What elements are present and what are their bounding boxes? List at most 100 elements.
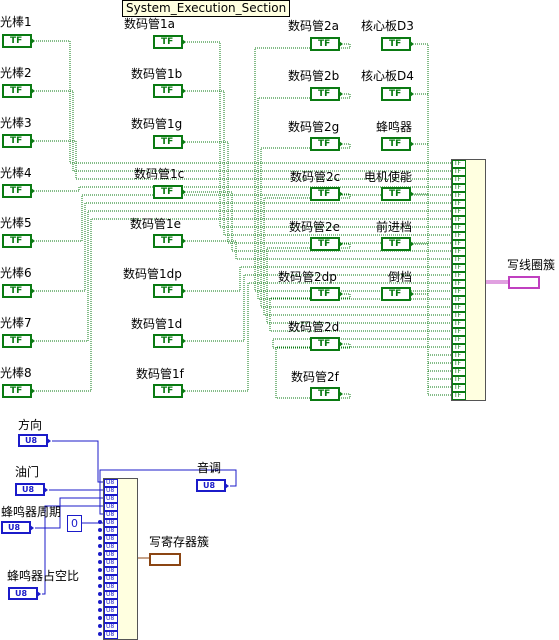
u8-control-tone[interactable]: U8 <box>196 479 229 492</box>
bundle-input-terminal: TF <box>452 280 466 288</box>
bool-control-shumaguan-2f[interactable]: TF <box>310 387 343 401</box>
bool-control-guangbang-4[interactable]: TF <box>2 184 35 198</box>
bundle-input-terminal: TF <box>452 192 466 200</box>
label-guangbang-4: 光棒4 <box>0 166 32 180</box>
bool-control-reverse-gear[interactable]: TF <box>381 287 414 301</box>
label-shumaguan-1d: 数码管1d <box>131 317 183 331</box>
bundle-input-terminal: U8 <box>104 487 118 495</box>
bool-control-shumaguan-1dp[interactable]: TF <box>153 284 186 298</box>
bool-control-guangbang-6[interactable]: TF <box>2 284 35 298</box>
label-motor-enable: 电机使能 <box>364 170 413 184</box>
bool-control-buzzer[interactable]: TF <box>381 137 414 151</box>
bundle-input-terminal: U8 <box>104 535 118 543</box>
label-coil-cluster: 写线圈簇 <box>507 258 556 272</box>
bundle-input-terminal: U8 <box>104 575 118 583</box>
bool-control-guangbang-1[interactable]: TF <box>2 34 35 48</box>
bundle-input-terminal: TF <box>452 224 466 232</box>
bool-control-motor-enable[interactable]: TF <box>381 187 414 201</box>
bundle-input-terminal: TF <box>452 232 466 240</box>
bundle-input-terminal: TF <box>452 344 466 352</box>
label-shumaguan-1g: 数码管1g <box>131 117 183 131</box>
wire-junction <box>98 568 102 572</box>
bool-control-core-d4[interactable]: TF <box>381 87 414 101</box>
bool-control-shumaguan-1b[interactable]: TF <box>153 84 186 98</box>
bool-control-shumaguan-1f[interactable]: TF <box>153 384 186 398</box>
u8-control-throttle[interactable]: U8 <box>15 483 48 496</box>
bundle-input-terminal: TF <box>452 272 466 280</box>
bundle-cluster-node-2[interactable]: U8 U8 U8 U8 U8 U8 U8 U8 U8 U8 U8 U8 U8 U8 U8 U8 U8 U8 U8 U8 <box>103 478 138 640</box>
bool-control-shumaguan-2e[interactable]: TF <box>310 237 343 251</box>
bool-control-core-d3[interactable]: TF <box>381 37 414 51</box>
structure-label: System_Execution_Section <box>122 0 291 17</box>
bundle-input-terminal: U8 <box>104 583 118 591</box>
bool-control-guangbang-8[interactable]: TF <box>2 384 35 398</box>
bundle-input-terminal: U8 <box>104 543 118 551</box>
wire <box>415 43 451 356</box>
label-guangbang-6: 光棒6 <box>0 266 32 280</box>
bool-control-guangbang-7[interactable]: TF <box>2 334 35 348</box>
label-guangbang-1: 光棒1 <box>0 15 32 29</box>
bundle-input-terminal: U8 <box>104 623 118 631</box>
bundle-input-terminal: TF <box>452 264 466 272</box>
wire-junction <box>98 536 102 540</box>
bool-control-shumaguan-2b[interactable]: TF <box>310 87 343 101</box>
wire-junction <box>98 616 102 620</box>
bundle-input-terminal: TF <box>452 296 466 304</box>
bundle-input-terminal: TF <box>452 208 466 216</box>
bool-control-forward-gear[interactable]: TF <box>381 237 414 251</box>
wire <box>257 93 451 300</box>
bundle-input-terminal: TF <box>452 216 466 224</box>
wire-junction <box>98 560 102 564</box>
u8-control-direction[interactable]: U8 <box>18 434 51 447</box>
bundle-input-terminal: U8 <box>104 519 118 527</box>
label-core-d3: 核心板D3 <box>361 19 414 33</box>
wire-junction <box>98 520 102 524</box>
bool-control-shumaguan-2d[interactable]: TF <box>310 337 343 351</box>
wire-junction <box>98 528 102 532</box>
bundle-input-terminal: TF <box>452 160 466 168</box>
bundle-input-terminal: TF <box>452 360 466 368</box>
label-buzzer-duty: 蜂鸣器占空比 <box>7 569 80 583</box>
bundle-input-terminal: U8 <box>104 495 118 503</box>
bool-control-shumaguan-2c[interactable]: TF <box>310 187 343 201</box>
bool-control-shumaguan-1a[interactable]: TF <box>153 35 186 49</box>
bool-control-shumaguan-2g[interactable]: TF <box>310 137 343 151</box>
label-direction: 方向 <box>18 418 43 432</box>
label-shumaguan-1b: 数码管1b <box>131 67 183 81</box>
coil-cluster-indicator[interactable] <box>508 276 540 289</box>
bundle-input-terminal: U8 <box>104 591 118 599</box>
bool-control-guangbang-3[interactable]: TF <box>2 134 35 148</box>
label-shumaguan-2e: 数码管2e <box>289 220 341 234</box>
bool-control-guangbang-2[interactable]: TF <box>2 84 35 98</box>
bool-control-shumaguan-2dp[interactable]: TF <box>310 287 343 301</box>
bool-control-guangbang-5[interactable]: TF <box>2 234 35 248</box>
bundle-input-terminal: TF <box>452 352 466 360</box>
u8-control-buzzer-duty[interactable]: U8 <box>8 587 41 600</box>
constant-zero[interactable]: 0 <box>67 515 82 532</box>
bundle-input-terminal: TF <box>452 312 466 320</box>
u8-control-buzzer-period[interactable]: U8 <box>1 521 34 534</box>
bool-control-shumaguan-1d[interactable]: TF <box>153 334 186 348</box>
wire <box>415 143 451 372</box>
label-guangbang-8: 光棒8 <box>0 366 32 380</box>
bool-control-shumaguan-1e[interactable]: TF <box>153 234 186 248</box>
wire <box>254 43 451 292</box>
register-cluster-indicator[interactable] <box>149 553 181 566</box>
bundle-input-terminal: U8 <box>104 607 118 615</box>
bool-control-shumaguan-1g[interactable]: TF <box>153 135 186 149</box>
bundle-cluster-node[interactable]: TF TF TF TF TF TF TF TF TF TF TF TF TF TF TF TF TF TF TF TF… <box>451 159 486 401</box>
bool-control-shumaguan-2a[interactable]: TF <box>310 37 343 51</box>
bundle-input-terminal: TF <box>452 368 466 376</box>
bundle-input-terminal: U8 <box>104 527 118 535</box>
label-core-d4: 核心板D4 <box>361 69 414 83</box>
wire-junction <box>98 592 102 596</box>
label-reverse-gear: 倒档 <box>388 270 413 284</box>
bundle-input-terminal: TF <box>452 248 466 256</box>
bool-control-shumaguan-1c[interactable]: TF <box>153 185 186 199</box>
label-register-cluster: 写寄存器簇 <box>149 535 210 549</box>
label-buzzer: 蜂鸣器 <box>376 120 413 134</box>
label-throttle: 油门 <box>15 465 40 479</box>
label-shumaguan-1e: 数码管1e <box>130 217 182 231</box>
label-guangbang-3: 光棒3 <box>0 116 32 130</box>
bundle-input-terminal: TF <box>452 240 466 248</box>
